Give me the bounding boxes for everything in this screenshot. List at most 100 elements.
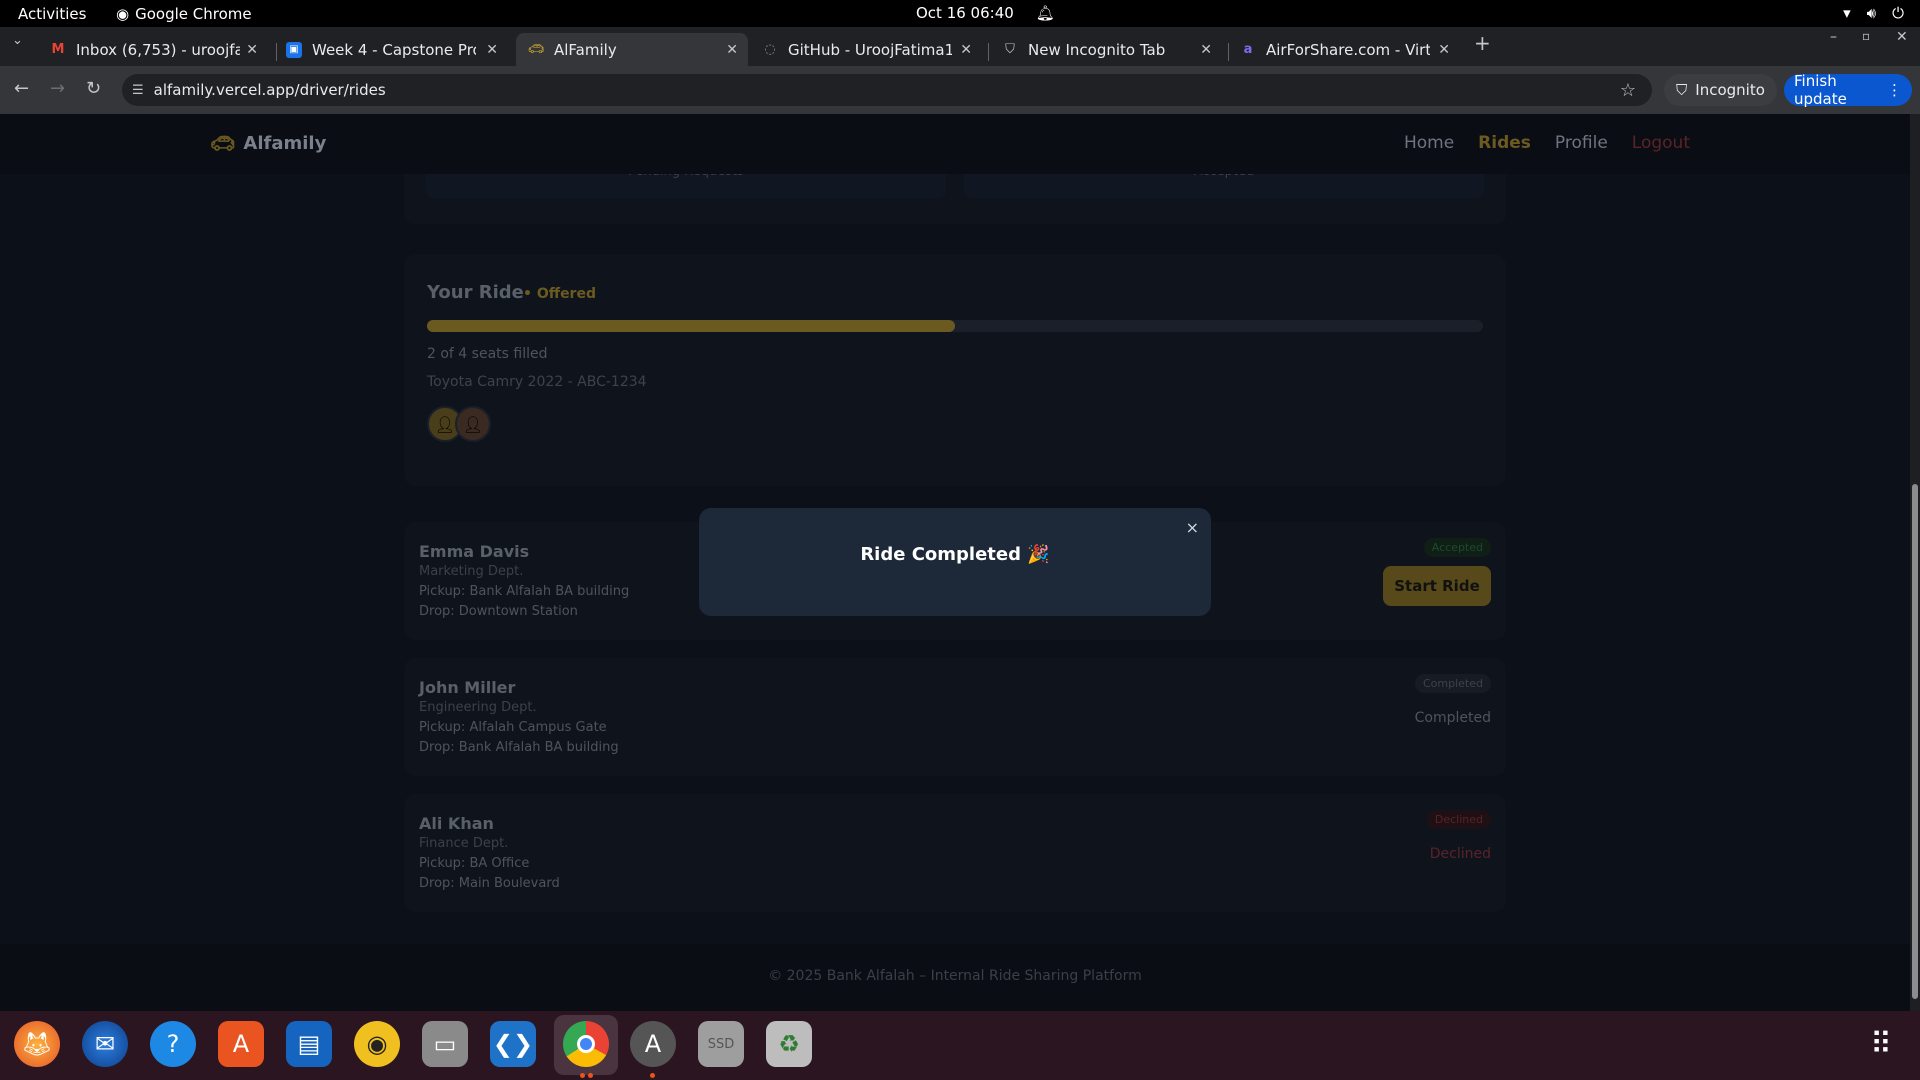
wifi-icon: ▾ xyxy=(1843,4,1851,22)
tab-label: GitHub - UroojFatima1/a xyxy=(788,40,952,59)
tab-close-icon[interactable]: ✕ xyxy=(246,42,258,58)
avatar[interactable]: 👤︎ xyxy=(455,406,491,442)
help-icon[interactable]: ? xyxy=(150,1021,196,1067)
power-icon: ⏻ xyxy=(1892,4,1904,22)
ride-completed-modal: Ride Completed 🎉 × xyxy=(699,508,1211,616)
passenger-dept: Finance Dept. xyxy=(419,836,509,851)
incognito-icon: ⛉ xyxy=(1676,81,1688,99)
address-bar[interactable]: ☰ alfamily.vercel.app/driver/rides ☆ xyxy=(122,74,1652,106)
maximize-icon[interactable]: ▫ xyxy=(1862,29,1870,43)
finish-update-label: Finish update xyxy=(1794,72,1847,108)
clock[interactable]: Oct 16 06:40 🔔︎ xyxy=(916,4,1055,22)
nav-rides[interactable]: Rides xyxy=(1478,133,1531,153)
passenger-name: John Miller xyxy=(419,678,516,697)
url-text: alfamily.vercel.app/driver/rides xyxy=(153,81,386,99)
seats-filled-text: 2 of 4 seats filled xyxy=(427,346,548,362)
writer-icon[interactable]: ▤ xyxy=(286,1021,332,1067)
site-info-icon[interactable]: ☰ xyxy=(132,83,144,98)
ssd-drive-icon[interactable]: SSD xyxy=(698,1021,744,1067)
dock: 🦊︎ ✉ ? A ▤ ◉ ▭ ❮❯ A SSD ♻ ⠿ xyxy=(0,1011,1920,1080)
tab-github[interactable]: ◌ GitHub - UroojFatima1/a ✕ xyxy=(750,33,982,66)
request-card: Ali Khan Finance Dept. Pickup: BA Office… xyxy=(404,794,1506,912)
thunderbird-icon[interactable]: ✉ xyxy=(82,1021,128,1067)
drop-text: Drop: Main Boulevard xyxy=(419,876,560,891)
reload-icon[interactable]: ↻ xyxy=(86,78,101,99)
tab-label: Inbox (6,753) - uroojfatin xyxy=(76,40,240,59)
back-icon[interactable]: ← xyxy=(14,78,29,99)
vehicle-text: Toyota Camry 2022 - ABC-1234 xyxy=(427,374,647,390)
running-indicator xyxy=(650,1073,655,1078)
tab-inbox[interactable]: M Inbox (6,753) - uroojfatin ✕ xyxy=(38,33,268,66)
request-action-text: Completed xyxy=(1414,710,1491,726)
system-tray[interactable]: ▾ 🔊︎ ⏻ xyxy=(1843,4,1904,22)
tab-label: AlFamily xyxy=(554,40,617,59)
brand-logo[interactable]: 🚗︎ Alfamily xyxy=(210,131,326,155)
airforshare-icon: a xyxy=(1243,42,1253,57)
gmail-icon: M xyxy=(51,42,65,57)
kebab-menu-icon: ⋮ xyxy=(1887,81,1902,99)
site-header: 🚗︎ Alfamily Home Rides Profile Logout xyxy=(0,114,1910,174)
scrollbar[interactable] xyxy=(1910,114,1920,1011)
nav-profile[interactable]: Profile xyxy=(1555,133,1608,153)
tab-alfamily[interactable]: 🚗︎ AlFamily ✕ xyxy=(516,33,748,66)
passenger-dept: Marketing Dept. xyxy=(419,564,524,579)
tab-close-icon[interactable]: ✕ xyxy=(1438,42,1450,58)
nav-home[interactable]: Home xyxy=(1404,133,1454,153)
incognito-label: Incognito xyxy=(1695,81,1765,99)
forward-icon[interactable]: → xyxy=(50,78,65,99)
chrome-icon[interactable] xyxy=(563,1021,609,1067)
start-ride-button[interactable]: Start Ride xyxy=(1383,566,1491,606)
chrome-icon: ◉ xyxy=(116,5,130,23)
tab-search-chevron-icon[interactable]: ⌄ xyxy=(12,33,23,48)
running-indicator xyxy=(580,1073,585,1078)
tab-close-icon[interactable]: ✕ xyxy=(960,42,972,58)
close-icon[interactable]: × xyxy=(1186,518,1199,537)
ride-title: Your Ride xyxy=(427,282,524,303)
request-card: John Miller Engineering Dept. Pickup: Al… xyxy=(404,658,1506,776)
trash-icon[interactable]: ♻ xyxy=(766,1021,812,1067)
nav-logout[interactable]: Logout xyxy=(1632,133,1690,153)
tab-close-icon[interactable]: ✕ xyxy=(486,42,498,58)
activities-button[interactable]: Activities xyxy=(18,5,86,23)
tab-close-icon[interactable]: ✕ xyxy=(1200,42,1212,58)
rhythmbox-icon[interactable]: ◉ xyxy=(354,1021,400,1067)
tab-close-icon[interactable]: ✕ xyxy=(726,42,738,58)
new-tab-plus-icon[interactable]: + xyxy=(1474,31,1491,55)
app-center-icon[interactable]: A xyxy=(218,1021,264,1067)
firefox-icon[interactable]: 🦊︎ xyxy=(14,1021,60,1067)
tab-week4[interactable]: ▣ Week 4 - Capstone Proje ✕ xyxy=(274,33,508,66)
vscode-icon[interactable]: ❮❯ xyxy=(490,1021,536,1067)
datetime: Oct 16 06:40 xyxy=(916,4,1014,22)
drop-text: Drop: Bank Alfalah BA building xyxy=(419,740,619,755)
passenger-dept: Engineering Dept. xyxy=(419,700,537,715)
bookmark-star-icon[interactable]: ☆ xyxy=(1620,80,1636,101)
tab-airforshare[interactable]: a AirForShare.com - Virtua ✕ xyxy=(1228,33,1460,66)
your-ride-card: Your Ride • Offered 2 of 4 seats filled … xyxy=(404,254,1506,486)
request-action-text: Declined xyxy=(1429,846,1491,862)
app-name: Google Chrome xyxy=(135,5,252,23)
status-badge: Accepted xyxy=(1423,538,1491,557)
close-window-icon[interactable]: ✕ xyxy=(1896,29,1908,45)
running-indicator xyxy=(588,1073,593,1078)
seats-progress-fill xyxy=(427,320,955,332)
car-icon: 🚗︎ xyxy=(210,131,236,155)
passenger-name: Ali Khan xyxy=(419,814,494,833)
toolbar: ← → ↻ ☰ alfamily.vercel.app/driver/rides… xyxy=(0,66,1920,114)
brand-name: Alfamily xyxy=(243,132,327,154)
site-footer: © 2025 Bank Alfalah – Internal Ride Shar… xyxy=(0,944,1910,1011)
volume-icon: 🔊︎ xyxy=(1866,4,1877,22)
minimize-icon[interactable]: – xyxy=(1830,29,1837,45)
passenger-avatars: 👤︎ 👤︎ xyxy=(427,406,491,442)
incognito-indicator[interactable]: ⛉ Incognito xyxy=(1664,74,1777,106)
seats-progress-bar xyxy=(427,320,1483,332)
finish-update-button[interactable]: Finish update ⋮ xyxy=(1784,72,1912,108)
tab-incognito[interactable]: ⛉ New Incognito Tab ✕ xyxy=(990,33,1222,66)
drop-text: Drop: Downtown Station xyxy=(419,604,578,619)
show-apps-grid-icon[interactable]: ⠿ xyxy=(1858,1021,1904,1067)
app-menu[interactable]: ◉ Google Chrome xyxy=(116,5,252,23)
pickup-text: Pickup: Alfalah Campus Gate xyxy=(419,720,607,735)
github-icon: ◌ xyxy=(764,42,776,57)
scrollbar-thumb[interactable] xyxy=(1912,484,1918,999)
software-updater-icon[interactable]: A xyxy=(630,1021,676,1067)
files-icon[interactable]: ▭ xyxy=(422,1021,468,1067)
